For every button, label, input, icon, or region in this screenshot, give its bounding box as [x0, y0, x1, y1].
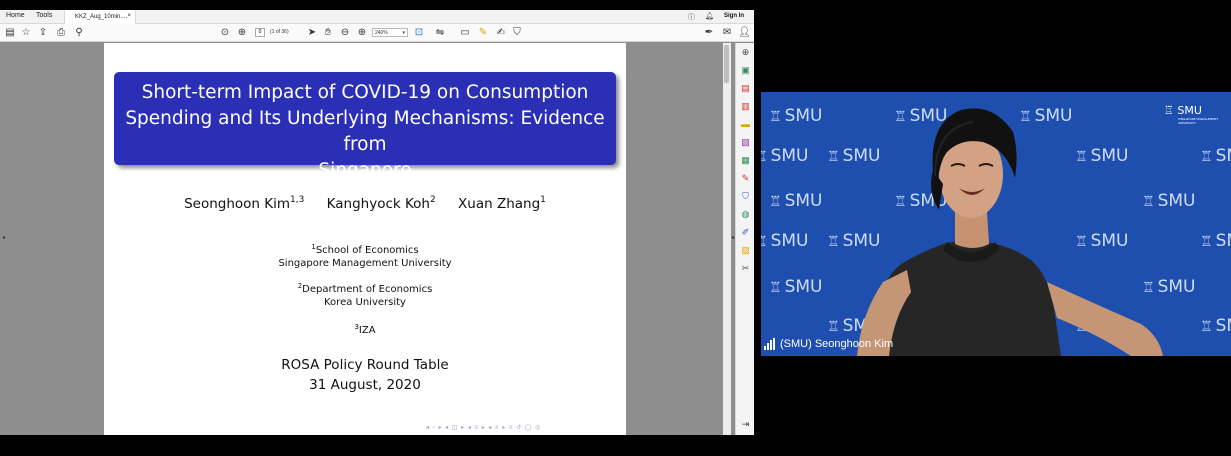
document-tab-title: KKZ_Aug_10min....	[75, 14, 128, 20]
help-icon[interactable]: ⓘ	[688, 12, 695, 22]
tab-bar: Home Tools KKZ_Aug_10min.... × ⓘ 🔔︎ Sign…	[0, 10, 754, 24]
affiliation-1: 1School of Economics Singapore Managemen…	[278, 243, 452, 270]
zoom-value: 240%	[375, 30, 388, 36]
export-pdf-icon[interactable]: ▣	[740, 65, 751, 76]
create-pdf-icon[interactable]: ▤	[740, 83, 751, 94]
select-cursor-icon[interactable]: ➤	[306, 27, 318, 39]
slide-title-line-1: Short-term Impact of COVID-19 on Consump…	[141, 82, 589, 103]
signal-strength-icon	[764, 338, 776, 350]
print-icon[interactable]: ⎙	[55, 27, 67, 39]
stamp-icon[interactable]: ⛉	[511, 27, 523, 39]
previous-page-icon[interactable]: ⊙	[219, 27, 231, 39]
sign-in-button[interactable]: Sign In	[724, 13, 744, 19]
author: Xuan Zhang1	[458, 195, 546, 213]
left-panel-toggle-icon[interactable]: ◂	[2, 234, 5, 241]
zoom-search-icon[interactable]: ⊕	[740, 47, 751, 58]
scrollbar-thumb[interactable]	[724, 45, 729, 83]
event-name: ROSA Policy Round Table	[281, 357, 449, 373]
affiliation-2: 2Department of Economics Korea Universit…	[297, 282, 433, 309]
compress-pdf-icon[interactable]: ▦	[740, 155, 751, 166]
protect-icon[interactable]: ⛉	[740, 191, 751, 202]
scan-icon[interactable]: ◍	[740, 209, 751, 220]
fill-sign-icon[interactable]: ✒︎	[703, 27, 715, 39]
right-panel-toggle-icon[interactable]: ◂	[731, 234, 734, 241]
draw-signature-icon[interactable]: ✍︎	[495, 27, 507, 39]
vertical-scrollbar[interactable]	[723, 43, 731, 435]
main-toolbar: ▤ ☆ ⇪ ⎙ ⚲ ⊙ ⊕ 0 (1 of 36) ➤ ✋︎ ⊖ ⊕ 240% ▾…	[0, 24, 754, 42]
search-icon[interactable]: ⚲	[73, 27, 85, 39]
email-icon[interactable]: ✉	[721, 27, 733, 39]
document-tab[interactable]: KKZ_Aug_10min.... ×	[64, 10, 136, 24]
author-list: Seonghoon Kim1,3 Kanghyock Koh2 Xuan Zha…	[104, 195, 626, 213]
send-for-review-icon[interactable]: ▨	[740, 245, 751, 256]
zoom-in-icon[interactable]: ⊕	[356, 27, 368, 39]
collapse-sidebar-icon[interactable]: ⇥	[740, 419, 751, 430]
edit-pdf-icon[interactable]: ✎	[740, 173, 751, 184]
participant-video-person	[857, 108, 1163, 356]
beamer-navigation-symbols[interactable]: ◂ ▫ ▸ ◂ ◫ ▸ ◂ ≡ ▸ ◂ ≡ ▸ ≡ ↺ ◯ ◎	[426, 424, 541, 431]
comment-icon[interactable]: ▭	[459, 27, 471, 39]
notification-bell-icon[interactable]: 🔔︎	[705, 12, 714, 20]
slide-title-line-2: Spending and Its Underlying Mechanisms: …	[125, 108, 605, 155]
upload-cloud-icon[interactable]: ⇪	[37, 27, 49, 39]
share-user-icon[interactable]: 👤︎	[738, 27, 751, 39]
save-icon[interactable]: ▤	[4, 27, 16, 39]
bookmark-star-icon[interactable]: ☆	[20, 27, 32, 39]
tools-tab[interactable]: Tools	[36, 12, 52, 19]
slide-title-box: Short-term Impact of COVID-19 on Consump…	[114, 72, 616, 181]
more-tools-icon[interactable]: ✂	[740, 263, 751, 274]
video-participant-tile: ♖SMU ♖SMU ♖SMU ♖SMU ♖SMU ♖SMU ♖SMU ♖SMU …	[761, 92, 1231, 356]
close-tab-icon[interactable]: ×	[127, 13, 131, 19]
page-count: (1 of 36)	[270, 29, 289, 35]
fill-sign-sidebar-icon[interactable]: ✐	[740, 227, 751, 238]
author: Seonghoon Kim1,3	[184, 195, 305, 213]
affiliation-3: 3IZA	[354, 323, 376, 337]
author: Kanghyock Koh2	[326, 195, 436, 213]
participant-name-label: (SMU) Seonghoon Kim	[761, 338, 896, 354]
highlight-pen-icon[interactable]: ✎	[477, 27, 489, 39]
fit-page-icon[interactable]: ⊡	[413, 27, 425, 39]
slide-title-line-3: Singapore	[318, 160, 412, 181]
comment-sidebar-icon[interactable]: ▬	[740, 119, 751, 130]
combine-files-icon[interactable]: ▥	[740, 101, 751, 112]
tools-sidebar: ⊕ ▣ ▤ ▥ ▬ ▧ ▦ ✎ ⛉ ◍ ✐ ▨ ✂ ⇥	[735, 43, 754, 435]
page-number-input[interactable]: 0	[255, 28, 265, 37]
hand-tool-icon[interactable]: ✋︎	[322, 27, 334, 39]
pdf-viewer-window: Home Tools KKZ_Aug_10min.... × ⓘ 🔔︎ Sign…	[0, 10, 754, 435]
zoom-out-icon[interactable]: ⊖	[339, 27, 351, 39]
home-tab[interactable]: Home	[6, 12, 25, 19]
zoom-dropdown[interactable]: 240% ▾	[372, 28, 408, 37]
read-mode-icon[interactable]: ⇋	[434, 27, 446, 39]
next-page-icon[interactable]: ⊕	[236, 27, 248, 39]
pdf-page: Short-term Impact of COVID-19 on Consump…	[104, 43, 626, 435]
event-date: 31 August, 2020	[309, 377, 421, 393]
organize-pages-icon[interactable]: ▧	[740, 137, 751, 148]
